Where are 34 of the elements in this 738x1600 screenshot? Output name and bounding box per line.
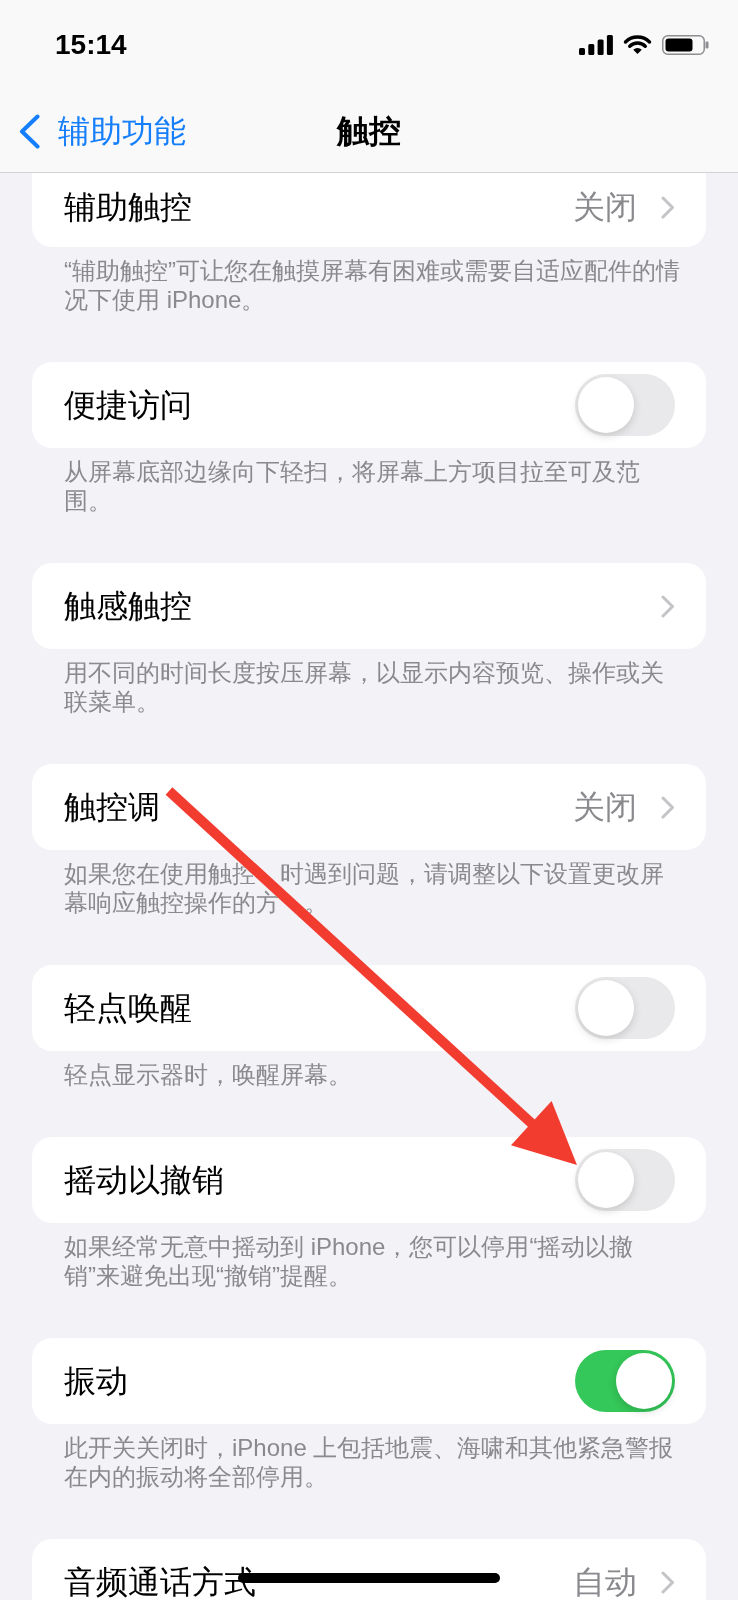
battery-icon xyxy=(662,35,709,55)
toggle-switch[interactable] xyxy=(575,1350,675,1412)
settings-row[interactable]: 触控调 关闭 xyxy=(32,764,706,850)
row-footnote: 如果经常无意中摇动到 iPhone，您可以停用“摇动以撤销”来避免出现“撤销”提醒。 xyxy=(63,1232,635,1291)
row-footnote: 此开关关闭时，iPhone 上包括地震、海啸和其他紧急警报在内的振动将全部停用。 xyxy=(63,1433,675,1492)
row-footnote: 从屏幕底部边缘向下轻扫，将屏幕上方项目拉至可及范围。 xyxy=(63,457,641,516)
settings-row[interactable]: 触感触控 xyxy=(32,563,706,649)
status-time: 15:14 xyxy=(55,31,127,59)
row-value: 自动 xyxy=(573,1567,637,1597)
row-footnote: 轻点显示器时，唤醒屏幕。 xyxy=(63,1060,353,1090)
row-value: 关闭 xyxy=(573,792,637,822)
row-footnote: “辅助触控”可让您在触摸屏幕有困难或需要自适应配件的情况下使用 iPhone。 xyxy=(63,256,681,315)
wifi-icon xyxy=(623,35,652,55)
chevron-right-icon xyxy=(661,195,675,219)
row-footnote: 用不同的时间长度按压屏幕，以显示内容预览、操作或关联菜单。 xyxy=(63,658,665,717)
chevron-left-icon xyxy=(19,113,40,149)
row-label: 轻点唤醒 xyxy=(64,993,192,1023)
toggle-switch[interactable] xyxy=(575,977,675,1039)
chevron-right-icon xyxy=(661,795,675,819)
settings-row[interactable]: 辅助触控 关闭 xyxy=(32,173,706,247)
row-label: 触控调 xyxy=(64,792,160,822)
chevron-right-icon xyxy=(661,594,675,618)
row-label: 便捷访问 xyxy=(64,390,192,420)
signal-icon xyxy=(579,35,613,55)
back-button[interactable]: 辅助功能 xyxy=(0,113,186,149)
row-label: 触感触控 xyxy=(64,591,192,621)
chevron-right-icon xyxy=(661,1570,675,1594)
page-title: 触控 xyxy=(337,113,401,149)
row-label: 振动 xyxy=(64,1366,128,1396)
toggle-switch[interactable] xyxy=(575,374,675,436)
toggle-switch[interactable] xyxy=(575,1149,675,1211)
row-value: 关闭 xyxy=(573,192,637,222)
row-label: 摇动以撤销 xyxy=(64,1165,224,1195)
row-label: 辅助触控 xyxy=(64,192,192,222)
